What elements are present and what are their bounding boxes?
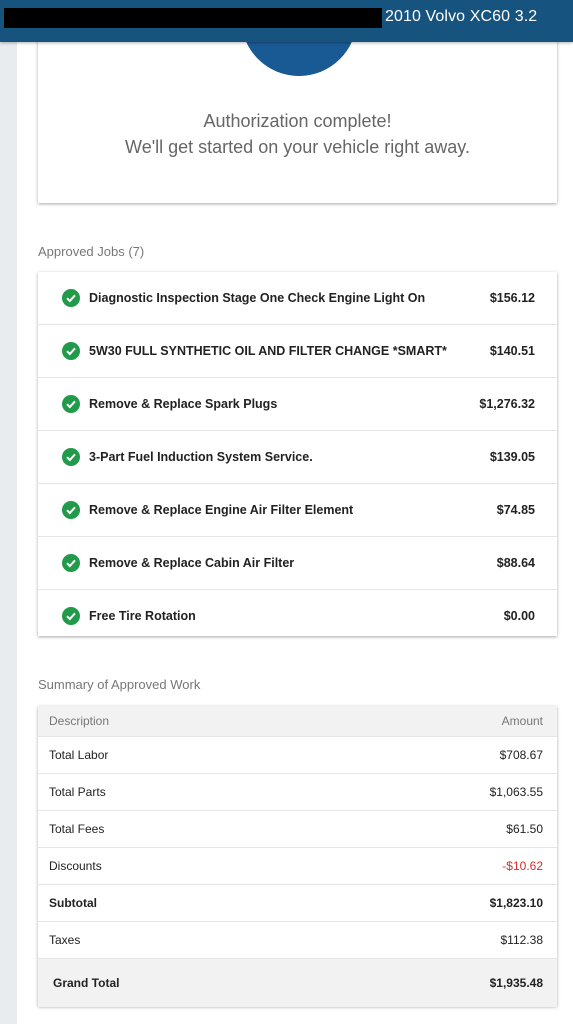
summary-label: Discounts: [49, 859, 102, 873]
discount-value: -$10.62: [502, 859, 543, 873]
authorization-message: We'll get started on your vehicle right …: [125, 137, 470, 157]
summary-value: $112.38: [500, 933, 544, 947]
summary-row-subtotal: Subtotal $1,823.10: [38, 885, 557, 922]
vehicle-title: 2010 Volvo XC60 3.2: [385, 8, 538, 25]
summary-row-labor: Total Labor $708.67: [38, 737, 557, 774]
check-circle-icon: [62, 554, 80, 572]
check-circle-icon: [62, 342, 80, 360]
grand-total-label: Grand Total: [53, 976, 120, 990]
job-price: $139.05: [489, 450, 535, 464]
summary-row-parts: Total Parts $1,063.55: [38, 774, 557, 811]
job-price: $74.85: [496, 503, 535, 517]
summary-row-discounts: Discounts -$10.62: [38, 848, 557, 885]
summary-row-taxes: Taxes $112.38: [38, 922, 557, 959]
job-row[interactable]: Diagnostic Inspection Stage One Check En…: [38, 272, 557, 325]
check-circle-icon: [62, 607, 80, 625]
approved-jobs-heading: Approved Jobs (7): [38, 244, 145, 259]
summary-label: Subtotal: [49, 896, 97, 910]
job-price: $156.12: [489, 291, 535, 305]
summary-heading: Summary of Approved Work: [38, 677, 201, 692]
left-rail: [0, 0, 17, 1024]
job-name: Remove & Replace Cabin Air Filter: [89, 556, 295, 570]
check-circle-icon: [62, 289, 80, 307]
summary-label: Total Labor: [49, 748, 109, 762]
summary-value: $61.50: [506, 822, 543, 836]
approved-jobs-list: Diagnostic Inspection Stage One Check En…: [38, 272, 557, 636]
job-row[interactable]: 3-Part Fuel Induction System Service. $1…: [38, 431, 557, 484]
job-row[interactable]: Remove & Replace Engine Air Filter Eleme…: [38, 484, 557, 537]
summary-label: Total Fees: [49, 822, 105, 836]
job-name: Remove & Replace Spark Plugs: [89, 397, 278, 411]
redacted-customer-name: [4, 8, 382, 28]
job-price: $140.51: [489, 344, 535, 358]
job-price: $88.64: [496, 556, 535, 570]
top-bar: 2010 Volvo XC60 3.2: [0, 0, 573, 42]
amount-column-header: Amount: [501, 714, 543, 728]
authorization-title: Authorization complete!: [203, 111, 392, 131]
job-name: 5W30 FULL SYNTHETIC OIL AND FILTER CHANG…: [89, 344, 447, 358]
summary-row-fees: Total Fees $61.50: [38, 811, 557, 848]
job-row[interactable]: 5W30 FULL SYNTHETIC OIL AND FILTER CHANG…: [38, 325, 557, 378]
job-name: 3-Part Fuel Induction System Service.: [89, 450, 313, 464]
summary-header-row: Description Amount: [38, 706, 557, 737]
job-row[interactable]: Remove & Replace Spark Plugs $1,276.32: [38, 378, 557, 431]
job-row[interactable]: Remove & Replace Cabin Air Filter $88.64: [38, 537, 557, 590]
grand-total-value: $1,935.48: [489, 976, 543, 990]
job-name: Remove & Replace Engine Air Filter Eleme…: [89, 503, 354, 517]
description-column-header: Description: [49, 714, 110, 728]
summary-row-grand-total: Grand Total $1,935.48: [38, 959, 557, 1007]
job-price: $1,276.32: [479, 397, 535, 411]
check-circle-icon: [62, 501, 80, 519]
summary-label: Total Parts: [49, 785, 106, 799]
authorization-card: Authorization complete! We'll get starte…: [38, 20, 557, 203]
summary-label: Taxes: [49, 933, 81, 947]
summary-table: Description Amount Total Labor $708.67 T…: [38, 706, 557, 1007]
check-circle-icon: [62, 395, 80, 413]
job-name: Free Tire Rotation: [89, 609, 196, 623]
job-name: Diagnostic Inspection Stage One Check En…: [89, 291, 426, 305]
summary-value: $1,063.55: [489, 785, 543, 799]
check-circle-icon: [62, 448, 80, 466]
job-price: $0.00: [503, 609, 535, 623]
summary-value: $708.67: [499, 748, 543, 762]
summary-value: $1,823.10: [489, 896, 543, 910]
job-row[interactable]: Free Tire Rotation $0.00: [38, 590, 557, 642]
